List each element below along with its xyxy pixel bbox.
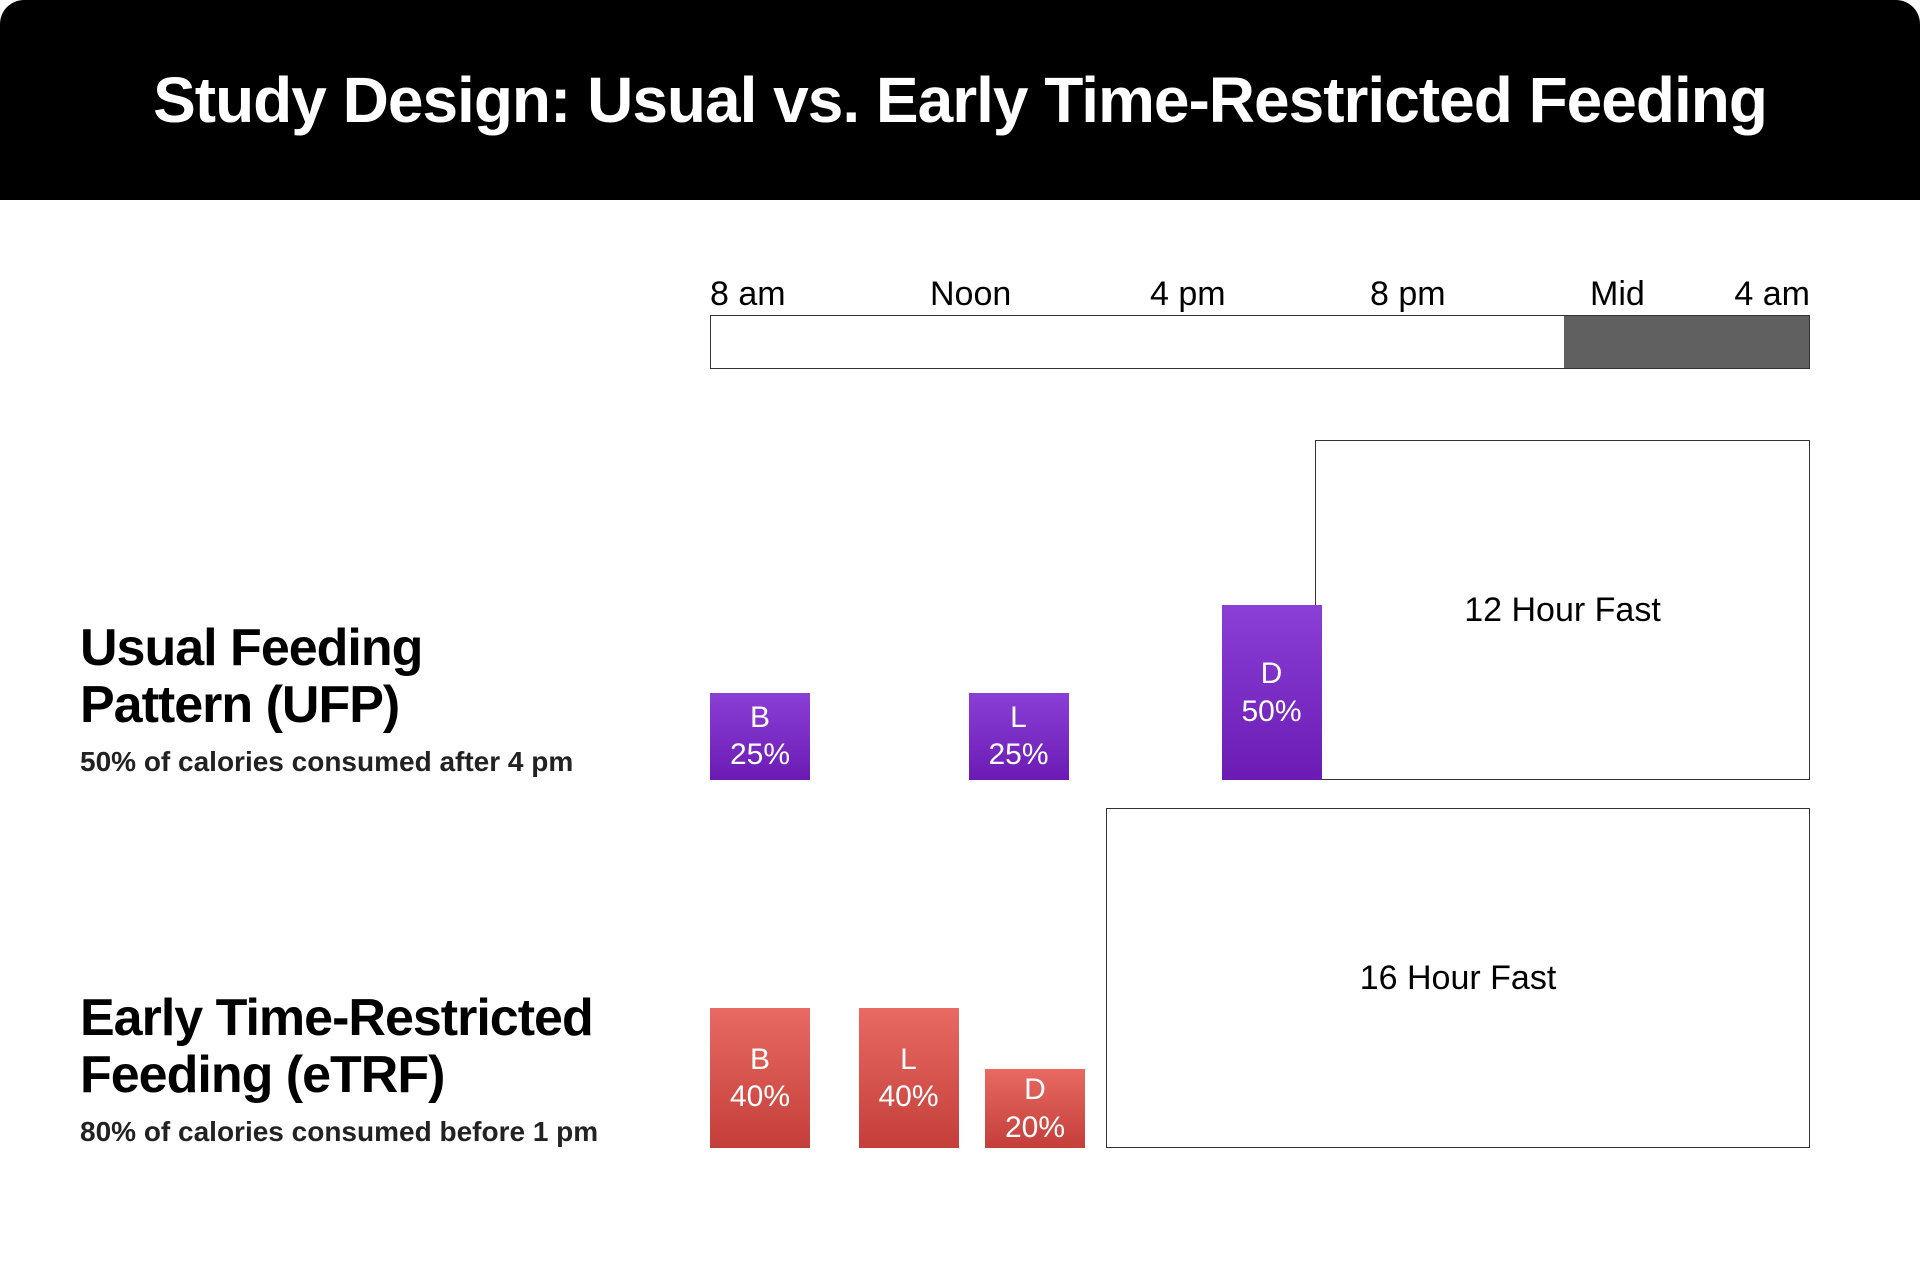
row-subtitle-ufp: 50% of calories consumed after 4 pm <box>80 746 573 778</box>
timeline-tick: 8 am <box>710 275 786 314</box>
timeline-tick: 8 pm <box>1370 275 1446 314</box>
meal-pct: 40% <box>730 1078 790 1116</box>
page-header: Study Design: Usual vs. Early Time-Restr… <box>0 0 1920 200</box>
timeline-ticks: 8 am Noon 4 pm 8 pm Mid 4 am <box>710 275 1810 315</box>
meal-code: D <box>1024 1071 1046 1109</box>
fast-box-etrf: 16 Hour Fast <box>1106 808 1810 1148</box>
meal-pct: 20% <box>1005 1109 1065 1147</box>
row-label-etrf: Early Time-Restricted Feeding (eTRF) 80%… <box>80 990 598 1148</box>
timeline-day <box>711 316 1564 368</box>
row-subtitle-etrf: 80% of calories consumed before 1 pm <box>80 1116 598 1148</box>
timeline-tick: Noon <box>930 275 1011 314</box>
row-title-ufp: Usual Feeding Pattern (UFP) <box>80 620 573 734</box>
meal-code: D <box>1261 655 1283 693</box>
meal-code: L <box>1010 699 1027 737</box>
meal-pct: 40% <box>878 1078 938 1116</box>
meal-bar-ufp-b: B25% <box>710 693 810 781</box>
meal-bar-ufp-l: L25% <box>969 693 1069 781</box>
meal-bar-etrf-b: B40% <box>710 1008 810 1148</box>
timeline-bar <box>710 315 1810 369</box>
row-title-etrf: Early Time-Restricted Feeding (eTRF) <box>80 990 598 1104</box>
meal-bar-etrf-d: D20% <box>985 1069 1085 1148</box>
timeline-night <box>1564 316 1810 368</box>
meal-code: L <box>900 1041 917 1079</box>
timeline-axis: 8 am Noon 4 pm 8 pm Mid 4 am <box>710 275 1810 369</box>
row-label-ufp: Usual Feeding Pattern (UFP) 50% of calor… <box>80 620 573 778</box>
meal-code: B <box>750 699 770 737</box>
fast-box-ufp: 12 Hour Fast <box>1315 440 1810 780</box>
page-title: Study Design: Usual vs. Early Time-Restr… <box>153 63 1767 137</box>
timeline-tick: Mid <box>1590 275 1645 314</box>
timeline-tick: 4 am <box>1734 275 1810 314</box>
meal-pct: 25% <box>730 736 790 774</box>
timeline-tick: 4 pm <box>1150 275 1226 314</box>
meal-code: B <box>750 1041 770 1079</box>
meal-bar-ufp-d: D50% <box>1222 605 1322 780</box>
meal-pct: 50% <box>1241 693 1301 731</box>
meal-pct: 25% <box>988 736 1048 774</box>
meal-bar-etrf-l: L40% <box>859 1008 959 1148</box>
